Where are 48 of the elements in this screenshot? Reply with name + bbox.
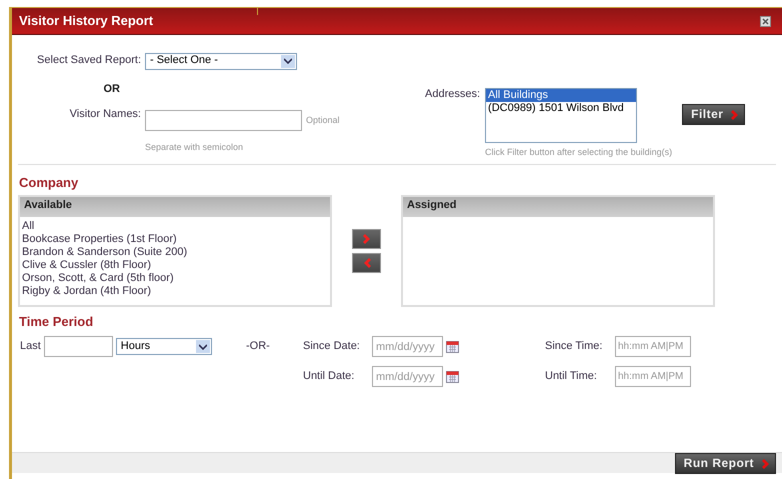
last-amount-field[interactable]	[44, 336, 113, 358]
date-field[interactable]: mm/dd/yyyy	[372, 366, 443, 388]
address-option[interactable]: (DC0989) 1501 Wilson Blvd	[486, 102, 636, 115]
list-header: Available	[20, 197, 330, 217]
window-title: Visitor History Report	[19, 12, 154, 30]
calendar-icon[interactable]	[446, 370, 459, 384]
chevron-right-icon	[762, 458, 770, 470]
field-label: Last	[20, 340, 41, 354]
chevron-right-icon	[362, 233, 370, 245]
chevron-left-icon	[362, 257, 370, 269]
field-label: Visitor Names:	[70, 108, 141, 120]
or-label: -OR-	[246, 340, 270, 352]
run-report-button[interactable]: Run Report	[674, 453, 776, 474]
visitor-names-field[interactable]	[145, 110, 302, 132]
optional-note: Optional	[306, 114, 340, 126]
time-field[interactable]: hh:mm AM|PM	[615, 366, 691, 388]
assigned-list[interactable]: Assigned	[401, 195, 715, 307]
company-option[interactable]: Brandon & Sanderson (Suite 200)	[20, 246, 330, 259]
saved-report-dropdown[interactable]: - Select One -	[145, 52, 297, 70]
unit-dropdown[interactable]: Hours	[116, 338, 212, 356]
add-button[interactable]	[352, 229, 381, 249]
field-label: Since Date:	[303, 340, 361, 354]
address-listbox[interactable]: All Buildings (DC0989) 1501 Wilson Blvd	[485, 88, 638, 143]
company-option[interactable]: Clive & Cussler (8th Floor)	[20, 259, 330, 272]
section-heading: Company	[19, 174, 80, 191]
date-field[interactable]: mm/dd/yyyy	[372, 336, 443, 358]
field-label: Since Time:	[545, 340, 604, 354]
company-option[interactable]: All	[20, 220, 330, 233]
field-label: Select Saved Report:	[36, 54, 141, 68]
chevron-right-icon	[731, 108, 740, 120]
close-icon[interactable]	[760, 16, 771, 26]
hint-text: Separate with semicolon	[145, 142, 244, 152]
available-list[interactable]: Available All Bookcase Properties (1st Floor) Brandon & Sanderson (Suite 200) Clive & Cussler (8th Floor) Orson, Scott, & Card (5th floor) Rigby & Jordan (4th Floor)	[18, 195, 332, 307]
remove-button[interactable]	[352, 253, 381, 273]
field-label: Until Time:	[545, 370, 598, 384]
time-field[interactable]: hh:mm AM|PM	[615, 336, 691, 358]
or-label: OR	[104, 82, 120, 95]
section-heading: Time Period	[19, 314, 94, 330]
calendar-icon[interactable]	[446, 340, 459, 354]
company-option[interactable]: Rigby & Jordan (4th Floor)	[20, 285, 330, 298]
company-option[interactable]: Bookcase Properties (1st Floor)	[20, 233, 330, 246]
hint-text: Click Filter button after selecting the building(s)	[485, 147, 672, 157]
address-option[interactable]: All Buildings	[486, 89, 636, 102]
filter-button[interactable]: Filter	[682, 104, 746, 125]
field-label: Addresses:	[425, 88, 480, 102]
field-label: Until Date:	[303, 370, 356, 384]
list-header: Assigned	[403, 197, 713, 217]
company-option[interactable]: Orson, Scott, & Card (5th floor)	[20, 272, 330, 285]
